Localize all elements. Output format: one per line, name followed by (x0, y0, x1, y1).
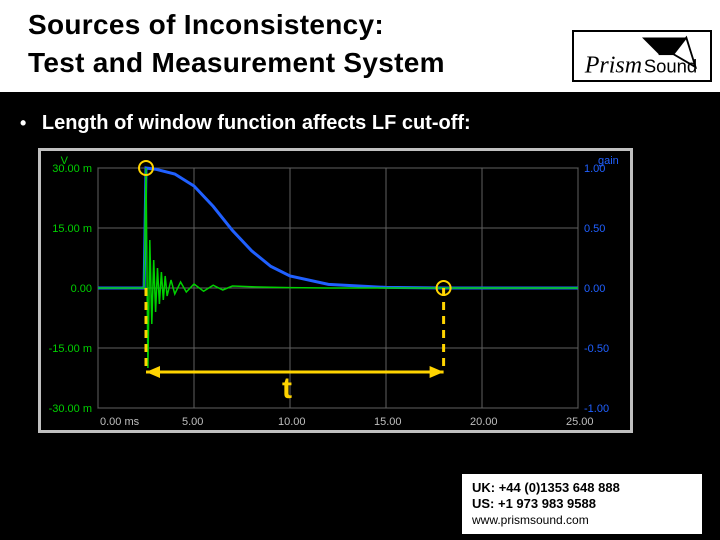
title-line-2: Test and Measurement System (28, 47, 445, 78)
svg-text:20.00: 20.00 (470, 416, 498, 428)
span-label-t: t (282, 372, 292, 406)
svg-text:0.00: 0.00 (71, 283, 92, 295)
contact-footer: UK: +44 (0)1353 648 888 US: +1 973 983 9… (462, 474, 702, 534)
slide-title: Sources of Inconsistency: Test and Measu… (28, 6, 445, 82)
bullet-dot-icon: • (20, 113, 26, 134)
svg-text:-15.00 m: -15.00 m (49, 343, 92, 355)
svg-text:-0.50: -0.50 (584, 343, 609, 355)
x-axis-unit: 0.00 ms (100, 416, 140, 428)
svg-text:15.00: 15.00 (374, 416, 402, 428)
bullet-item: • Length of window function affects LF c… (20, 112, 471, 135)
contact-us: US: +1 973 983 9588 (472, 496, 692, 512)
svg-text:15.00 m: 15.00 m (52, 223, 92, 235)
logo-text-sound: Sound (644, 56, 697, 77)
prism-sound-logo: Prism Sound (572, 30, 712, 82)
svg-text:1.00: 1.00 (584, 163, 605, 175)
logo-text-prism: Prism (584, 53, 642, 79)
contact-url: www.prismsound.com (472, 512, 692, 528)
svg-text:25.00: 25.00 (566, 416, 594, 428)
svg-text:0.50: 0.50 (584, 223, 605, 235)
svg-text:-30.00 m: -30.00 m (49, 403, 92, 415)
svg-text:0.00: 0.00 (584, 283, 605, 295)
svg-text:30.00 m: 30.00 m (52, 163, 92, 175)
title-line-1: Sources of Inconsistency: (28, 9, 384, 40)
svg-text:5.00: 5.00 (182, 416, 203, 428)
bullet-text: Length of window function affects LF cut… (42, 112, 471, 134)
svg-text:-1.00: -1.00 (584, 403, 609, 415)
svg-text:10.00: 10.00 (278, 416, 306, 428)
window-function-chart: V gain 30.00 m1.0015.00 m0.500.000.00-15… (38, 148, 633, 433)
contact-uk: UK: +44 (0)1353 648 888 (472, 480, 692, 496)
